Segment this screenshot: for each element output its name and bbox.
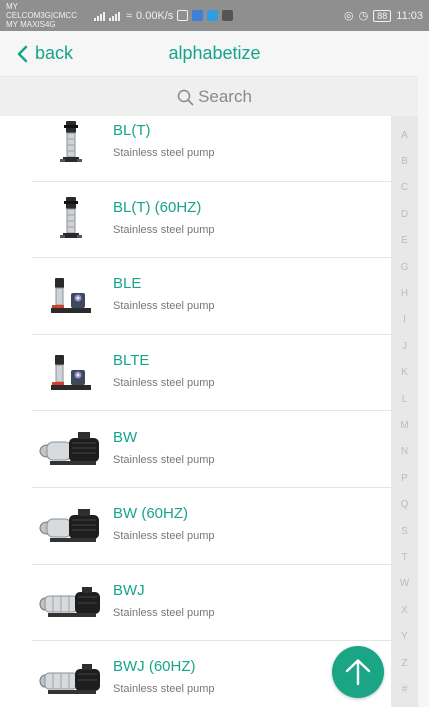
index-letter[interactable]: P	[401, 465, 408, 491]
index-letter[interactable]: H	[401, 280, 408, 306]
search-bar[interactable]: Search	[0, 78, 429, 116]
product-name: BW (60HZ)	[113, 505, 188, 523]
product-text: BLE Stainless steel pump	[113, 275, 215, 312]
status-right: ◎ ◷ 88 11:03	[344, 9, 423, 22]
index-letter[interactable]: X	[401, 597, 408, 623]
product-description: Stainless steel pump	[113, 530, 215, 543]
index-letter[interactable]: W	[400, 571, 409, 597]
index-letter[interactable]: N	[401, 439, 408, 465]
index-letter[interactable]: K	[401, 360, 408, 386]
chevron-left-icon	[17, 45, 28, 62]
list-item[interactable]: BLE Stainless steel pump	[32, 258, 391, 335]
status-time: 11:03	[396, 9, 423, 22]
product-name: BLTE	[113, 352, 150, 370]
signal-icon	[94, 10, 105, 21]
carrier-1: MY CELCOM3G|CMCC	[6, 2, 77, 20]
app-notification-icon	[207, 10, 219, 21]
product-image	[32, 188, 110, 250]
product-image	[32, 116, 110, 174]
list-item[interactable]: BWJ Stainless steel pump	[32, 565, 391, 642]
back-label: back	[35, 43, 74, 63]
product-text: BL(T) (60HZ) Stainless steel pump	[113, 199, 215, 236]
list-item[interactable]: BLTE Stainless steel pump	[32, 335, 391, 412]
index-letter[interactable]: S	[401, 518, 408, 544]
product-image	[32, 571, 110, 633]
index-letter[interactable]: Q	[401, 491, 409, 517]
signal-icon-2	[109, 10, 120, 21]
wifi-icon: ≈	[126, 9, 133, 22]
index-letter[interactable]: E	[401, 228, 408, 254]
status-bar: MY CELCOM3G|CMCC MY MAXIS4G ≈ 0.00K/s ◎ …	[0, 0, 429, 31]
product-image	[32, 495, 110, 557]
scroll-to-top-button[interactable]	[332, 646, 384, 698]
product-name: BWJ	[113, 581, 145, 599]
app-notification-icon	[177, 10, 189, 21]
index-letter[interactable]: M	[400, 412, 408, 438]
search-icon	[177, 89, 194, 105]
product-description: Stainless steel pump	[113, 300, 215, 313]
app-notification-icon	[192, 10, 204, 21]
index-letter[interactable]: A	[401, 122, 408, 148]
product-name: BL(T)	[113, 122, 151, 140]
product-list[interactable]: BL(T) Stainless steel pump BL(T) (60HZ) Sta…	[0, 116, 391, 707]
network-speed: 0.00K/s	[136, 9, 174, 22]
index-letter[interactable]: Y	[401, 623, 408, 649]
product-description: Stainless steel pump	[113, 377, 215, 390]
search-placeholder: Search	[198, 87, 252, 106]
index-letter[interactable]: D	[401, 201, 408, 227]
product-text: BW Stainless steel pump	[113, 429, 215, 466]
index-letter[interactable]: #	[402, 676, 408, 702]
index-letter[interactable]: G	[401, 254, 409, 280]
nav-bar: back alphabetize	[0, 31, 429, 77]
product-description: Stainless steel pump	[113, 223, 215, 236]
product-text: BL(T) Stainless steel pump	[113, 122, 215, 159]
product-text: BW (60HZ) Stainless steel pump	[113, 505, 215, 542]
index-letter[interactable]: T	[401, 544, 407, 570]
index-letter[interactable]: C	[401, 175, 408, 201]
product-description: Stainless steel pump	[113, 683, 215, 696]
right-edge	[418, 31, 429, 707]
index-letter[interactable]: J	[402, 333, 407, 359]
list-item[interactable]: BL(T) (60HZ) Stainless steel pump	[32, 182, 391, 259]
index-letter[interactable]: B	[401, 148, 408, 174]
index-letter[interactable]: I	[403, 307, 406, 333]
product-description: Stainless steel pump	[113, 453, 215, 466]
product-text: BLTE Stainless steel pump	[113, 352, 215, 389]
list-item[interactable]: BW Stainless steel pump	[32, 411, 391, 488]
product-text: BWJ Stainless steel pump	[113, 582, 215, 619]
carrier-info: MY CELCOM3G|CMCC MY MAXIS4G	[6, 2, 90, 29]
product-text: BWJ (60HZ) Stainless steel pump	[113, 658, 215, 695]
product-list-inner: BL(T) Stainless steel pump BL(T) (60HZ) Sta…	[0, 116, 391, 707]
status-indicators: ≈ 0.00K/s	[126, 9, 234, 22]
product-name: BW	[113, 428, 138, 446]
product-name: BL(T) (60HZ)	[113, 198, 202, 216]
product-name: BWJ (60HZ)	[113, 658, 196, 676]
index-letter[interactable]: Z	[401, 650, 407, 676]
product-image	[32, 418, 110, 480]
vibrate-icon: ◎	[344, 10, 354, 22]
alarm-icon: ◷	[358, 10, 369, 22]
arrow-up-icon	[345, 659, 371, 686]
alphabet-index[interactable]: A B C D E G H I J K L M N P Q S T W X Y Z #	[391, 116, 418, 707]
battery-icon: 88	[373, 9, 392, 22]
product-image	[32, 648, 110, 707]
product-image	[32, 265, 110, 327]
list-item[interactable]: BL(T) Stainless steel pump	[32, 116, 391, 182]
product-description: Stainless steel pump	[113, 606, 215, 619]
app-notification-icon	[222, 10, 234, 21]
carrier-2: MY MAXIS4G	[6, 20, 56, 29]
index-letter[interactable]: L	[402, 386, 408, 412]
list-item[interactable]: BW (60HZ) Stainless steel pump	[32, 488, 391, 565]
product-image	[32, 342, 110, 404]
product-name: BLE	[113, 275, 142, 293]
back-button[interactable]: back	[0, 31, 73, 76]
product-description: Stainless steel pump	[113, 147, 215, 160]
